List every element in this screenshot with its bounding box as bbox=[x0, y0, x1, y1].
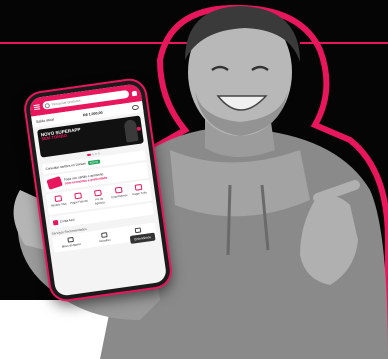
collect-icon bbox=[101, 232, 108, 238]
shortcut-item[interactable]: Modelo Visa bbox=[48, 194, 68, 211]
card-consult-text: Consultar cartões no Dorsan bbox=[45, 161, 87, 172]
credit-card-icon bbox=[46, 176, 63, 190]
shortcut-label: Pix da Agência bbox=[94, 196, 106, 206]
shortcut-item[interactable]: Pagar Faturas bbox=[69, 192, 89, 209]
shortcut-item[interactable]: Empréstimos bbox=[109, 186, 129, 203]
account-label: Conta Azul bbox=[59, 217, 75, 224]
shortcut-label: Pagar Faturas bbox=[69, 198, 89, 205]
phone-screen: Pesquisar produtos Saldo atual R$ 1.000,… bbox=[28, 83, 168, 297]
shortcut-item[interactable]: Pix da Agência bbox=[89, 189, 109, 206]
service-item[interactable]: Recolher bbox=[87, 230, 122, 245]
new-badge: NOVO bbox=[87, 159, 101, 166]
service-item[interactable]: Meus do Banco bbox=[53, 235, 88, 250]
balance-value: R$ 1.000,00 bbox=[82, 110, 103, 117]
hero-scene: Pesquisar produtos Saldo atual R$ 1.000,… bbox=[0, 0, 388, 359]
bank-icon bbox=[67, 236, 74, 243]
search-icon bbox=[44, 102, 51, 109]
loan-icon bbox=[114, 186, 123, 194]
balance-label: Saldo atual bbox=[35, 116, 54, 124]
shortcut-label: Empréstimos bbox=[111, 192, 128, 200]
account-icon bbox=[52, 219, 59, 226]
search-placeholder: Pesquisar produtos bbox=[51, 98, 81, 107]
pix-icon bbox=[94, 189, 103, 197]
pay-icon bbox=[134, 183, 143, 191]
banner-next-icon[interactable] bbox=[136, 126, 142, 131]
service-label: Recolher bbox=[99, 237, 111, 244]
bill-icon bbox=[74, 192, 83, 200]
shortcut-label: Modelo Visa bbox=[50, 201, 67, 208]
promo-icon bbox=[134, 227, 142, 234]
shortcut-label: Pagar Tudo bbox=[132, 190, 148, 197]
notification-bell-icon[interactable] bbox=[131, 90, 138, 96]
card-icon bbox=[54, 195, 62, 203]
service-label: Meus do Banco bbox=[61, 241, 82, 249]
eye-icon[interactable] bbox=[131, 104, 140, 111]
hamburger-menu-icon[interactable] bbox=[33, 103, 41, 110]
shortcut-item[interactable]: Pagar Tudo bbox=[129, 183, 149, 200]
